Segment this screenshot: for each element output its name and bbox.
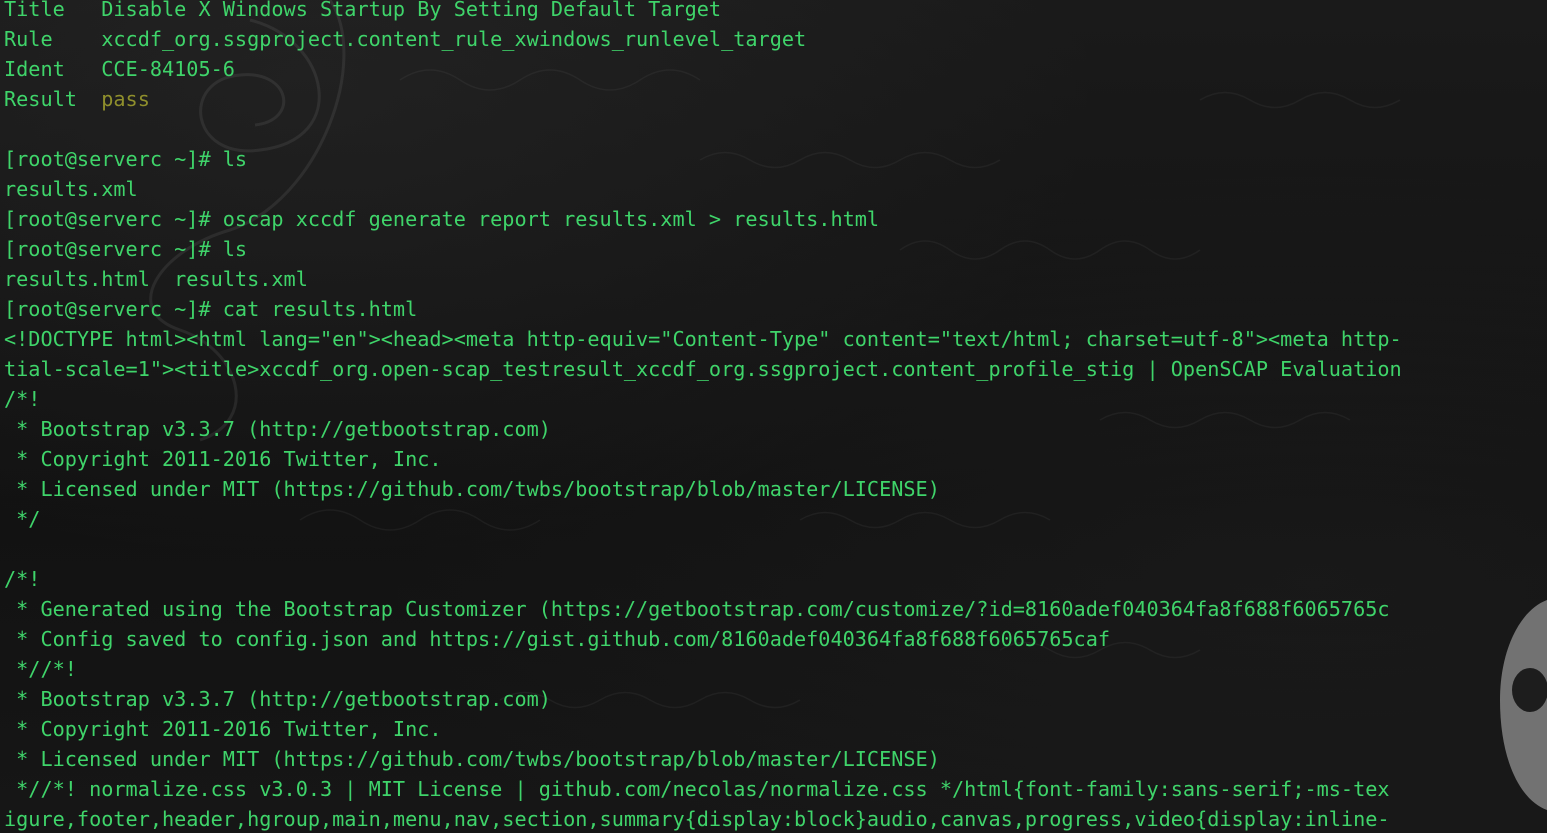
terminal-line: Title Disable X Windows Startup By Setti… xyxy=(4,0,722,21)
terminal-line: *//*! normalize.css v3.0.3 | MIT License… xyxy=(4,777,1390,801)
terminal-line: * Copyright 2011-2016 Twitter, Inc. xyxy=(4,447,442,471)
terminal-line: results.html results.xml xyxy=(4,267,308,291)
terminal-line: [root@serverc ~]# ls xyxy=(4,237,248,261)
terminal-line: Ident CCE-84105-6 xyxy=(4,57,235,81)
terminal-line: *//*! xyxy=(4,657,77,681)
terminal-line: Rule xccdf_org.ssgproject.content_rule_x… xyxy=(4,27,807,51)
terminal-line: <!DOCTYPE html><html lang="en"><head><me… xyxy=(4,327,1402,351)
terminal-line: /*! xyxy=(4,567,41,591)
terminal-output: Title Disable X Windows Startup By Setti… xyxy=(4,0,1547,833)
terminal-line: igure,footer,header,hgroup,main,menu,nav… xyxy=(4,807,1390,831)
terminal-line: * Bootstrap v3.3.7 (http://getbootstrap.… xyxy=(4,687,551,711)
terminal-window[interactable]: Title Disable X Windows Startup By Setti… xyxy=(0,0,1547,833)
terminal-line: [root@serverc ~]# cat results.html xyxy=(4,297,418,321)
terminal-line: * Copyright 2011-2016 Twitter, Inc. xyxy=(4,717,442,741)
terminal-line: * Bootstrap v3.3.7 (http://getbootstrap.… xyxy=(4,417,551,441)
terminal-line: * Config saved to config.json and https:… xyxy=(4,627,1111,651)
terminal-line: */ xyxy=(4,507,41,531)
terminal-line: /*! xyxy=(4,387,41,411)
terminal-line: results.xml xyxy=(4,177,138,201)
terminal-line: Result pass xyxy=(4,87,150,111)
terminal-line: * Licensed under MIT (https://github.com… xyxy=(4,477,940,501)
terminal-line: [root@serverc ~]# ls xyxy=(4,147,248,171)
terminal-line: * Licensed under MIT (https://github.com… xyxy=(4,747,940,771)
terminal-line: [root@serverc ~]# oscap xccdf generate r… xyxy=(4,207,880,231)
terminal-line: * Generated using the Bootstrap Customiz… xyxy=(4,597,1390,621)
result-status: pass xyxy=(101,87,150,111)
terminal-line: tial-scale=1"><title>xccdf_org.open-scap… xyxy=(4,357,1402,381)
